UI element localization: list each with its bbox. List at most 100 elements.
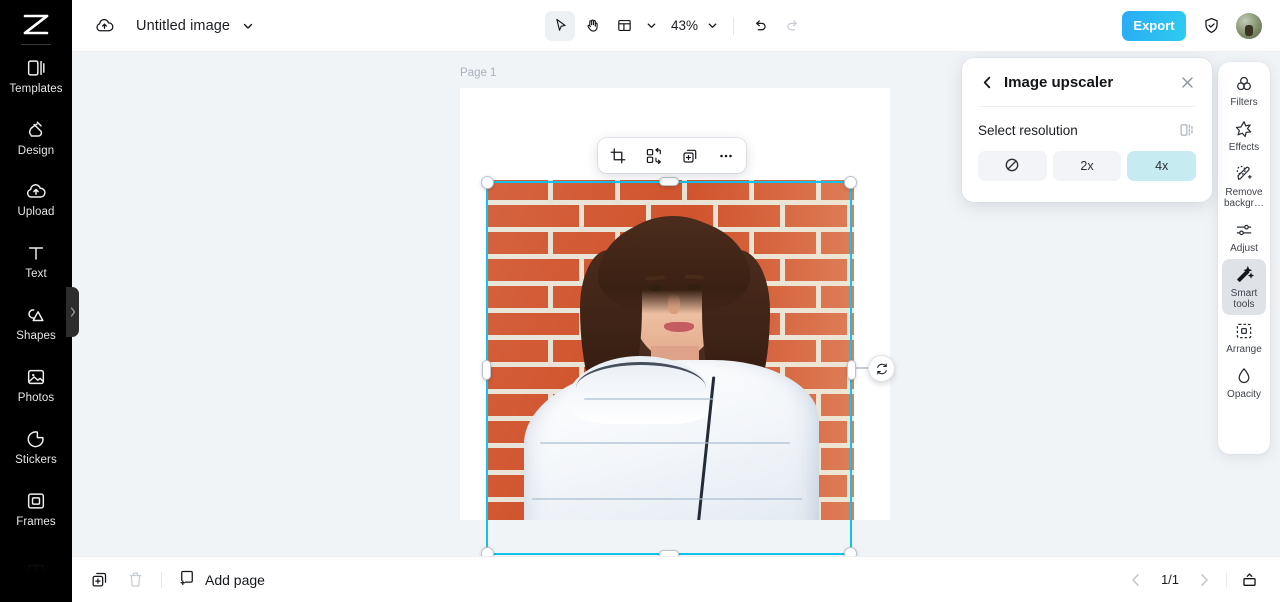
next-page-button[interactable] bbox=[1191, 567, 1217, 593]
sidebar-item-label: Text bbox=[25, 268, 47, 281]
frames-icon bbox=[25, 490, 47, 512]
bottombar-left-group: Add page bbox=[72, 567, 265, 593]
bottombar-right-group: 1/1 bbox=[1123, 567, 1280, 593]
eye-right bbox=[687, 284, 702, 290]
sidebar-item-upload[interactable]: Upload bbox=[0, 169, 72, 231]
layout-tool-button[interactable] bbox=[609, 11, 639, 41]
tool-arrange[interactable]: Arrange bbox=[1222, 315, 1266, 360]
chevron-down-icon[interactable] bbox=[242, 20, 254, 32]
jacket-seam bbox=[532, 498, 802, 500]
none-prohibited-icon bbox=[1004, 157, 1020, 176]
document-title[interactable]: Untitled image bbox=[136, 18, 230, 34]
tool-label: Arrange bbox=[1226, 344, 1262, 355]
add-page-button[interactable]: Add page bbox=[175, 568, 265, 591]
close-icon[interactable] bbox=[1178, 73, 1196, 91]
toolbar-divider bbox=[733, 16, 735, 35]
layout-chevron-down-icon[interactable] bbox=[641, 12, 661, 40]
rotate-handle-stem bbox=[855, 367, 869, 369]
avatar[interactable] bbox=[1236, 12, 1262, 39]
tool-label: Filters bbox=[1230, 97, 1258, 108]
sidebar-item-stickers[interactable]: Stickers bbox=[0, 416, 72, 478]
chevron-left-icon[interactable] bbox=[978, 73, 996, 91]
more-options-icon[interactable] bbox=[714, 144, 738, 168]
sidebar-item-label: Photos bbox=[17, 392, 55, 405]
tool-smart-tools[interactable]: Smart tools bbox=[1222, 259, 1266, 315]
add-page-icon bbox=[178, 568, 196, 591]
prev-page-button[interactable] bbox=[1123, 567, 1149, 593]
topbar-right-group: Export bbox=[1122, 10, 1262, 41]
sidebar-item-shapes[interactable]: Shapes bbox=[0, 293, 72, 355]
tool-label: Remove backgr… bbox=[1223, 187, 1264, 209]
tool-label: Effects bbox=[1228, 142, 1260, 153]
bottombar-divider bbox=[161, 571, 162, 588]
sidebar-item-frames[interactable]: Frames bbox=[0, 478, 72, 540]
replace-image-icon[interactable] bbox=[642, 144, 666, 168]
hand-tool-button[interactable] bbox=[577, 11, 607, 41]
text-icon bbox=[25, 242, 47, 264]
duplicate-page-icon[interactable] bbox=[86, 567, 112, 593]
select-tool-button[interactable] bbox=[544, 10, 575, 41]
sidebar-collapse-handle[interactable] bbox=[66, 287, 79, 337]
tool-opacity[interactable]: Opacity bbox=[1222, 360, 1266, 405]
person-subject bbox=[488, 180, 854, 520]
upscaler-title: Image upscaler bbox=[1004, 73, 1114, 91]
jacket-seam bbox=[584, 398, 714, 400]
nose bbox=[668, 294, 680, 314]
upscaler-section-row: Select resolution bbox=[978, 121, 1196, 139]
page-indicator: 1/1 bbox=[1160, 572, 1180, 587]
sidebar-item-label: Frames bbox=[16, 515, 56, 528]
stickers-icon bbox=[25, 428, 47, 450]
more-panels-icon bbox=[25, 560, 47, 582]
undo-button[interactable] bbox=[745, 11, 775, 41]
rotate-icon[interactable] bbox=[868, 355, 895, 382]
upscaler-body: Select resolution 2x 4x bbox=[962, 107, 1212, 181]
bottombar-divider bbox=[1226, 571, 1227, 588]
export-button[interactable]: Export bbox=[1122, 10, 1186, 41]
topbar-left-group: Untitled image bbox=[72, 13, 254, 39]
duplicate-icon[interactable] bbox=[678, 144, 702, 168]
right-tool-rail: Filters Effects Remove backgr… Adjust Sm… bbox=[1218, 62, 1270, 454]
compare-preview-icon[interactable] bbox=[1178, 121, 1196, 139]
design-icon bbox=[25, 119, 47, 141]
object-context-toolbar bbox=[598, 138, 746, 173]
sidebar-item-text[interactable]: Text bbox=[0, 231, 72, 293]
sidebar-item-design[interactable]: Design bbox=[0, 107, 72, 169]
tool-label: Smart tools bbox=[1230, 288, 1258, 310]
resolution-options: 2x 4x bbox=[978, 151, 1197, 181]
sidebar-item-more[interactable] bbox=[0, 540, 72, 602]
sidebar-item-label: Design bbox=[17, 144, 55, 157]
tool-label: Adjust bbox=[1230, 243, 1258, 254]
remove-bg-icon bbox=[1234, 164, 1254, 184]
resolution-option-4x[interactable]: 4x bbox=[1127, 151, 1197, 181]
bottom-bar: Add page 1/1 bbox=[72, 556, 1280, 602]
tool-filters[interactable]: Filters bbox=[1222, 68, 1266, 113]
opacity-icon bbox=[1234, 366, 1254, 386]
arrange-icon bbox=[1234, 321, 1254, 341]
capcut-logo-icon[interactable] bbox=[16, 9, 56, 41]
top-toolbar: Untitled image 43% Export bbox=[72, 0, 1280, 52]
tool-effects[interactable]: Effects bbox=[1222, 113, 1266, 158]
zoom-level-value[interactable]: 43% bbox=[663, 18, 700, 33]
add-page-label: Add page bbox=[205, 571, 265, 588]
tool-adjust[interactable]: Adjust bbox=[1222, 214, 1266, 259]
redo-button[interactable] bbox=[777, 11, 807, 41]
mouth bbox=[664, 322, 694, 332]
zoom-chevron-down-icon[interactable] bbox=[702, 12, 722, 40]
resolution-option-2x[interactable]: 2x bbox=[1052, 151, 1122, 181]
cloud-upload-icon[interactable] bbox=[91, 13, 117, 39]
crop-icon[interactable] bbox=[606, 144, 630, 168]
photo-of-woman-against-brick-wall[interactable] bbox=[488, 180, 854, 520]
shield-check-icon[interactable] bbox=[1200, 15, 1222, 37]
tool-remove-background[interactable]: Remove backgr… bbox=[1222, 158, 1266, 214]
present-icon[interactable] bbox=[1236, 567, 1262, 593]
sidebar-item-photos[interactable]: Photos bbox=[0, 354, 72, 416]
templates-icon bbox=[25, 57, 47, 79]
sidebar-item-templates[interactable]: Templates bbox=[0, 45, 72, 107]
jacket-seam bbox=[540, 442, 790, 444]
sidebar-item-label: Upload bbox=[17, 206, 55, 219]
upload-icon bbox=[25, 180, 47, 202]
resolution-option-none[interactable] bbox=[978, 151, 1047, 181]
trash-icon[interactable] bbox=[122, 567, 148, 593]
left-sidebar: Templates Design Upload Text Shapes Phot… bbox=[0, 0, 72, 602]
adjust-icon bbox=[1234, 220, 1254, 240]
